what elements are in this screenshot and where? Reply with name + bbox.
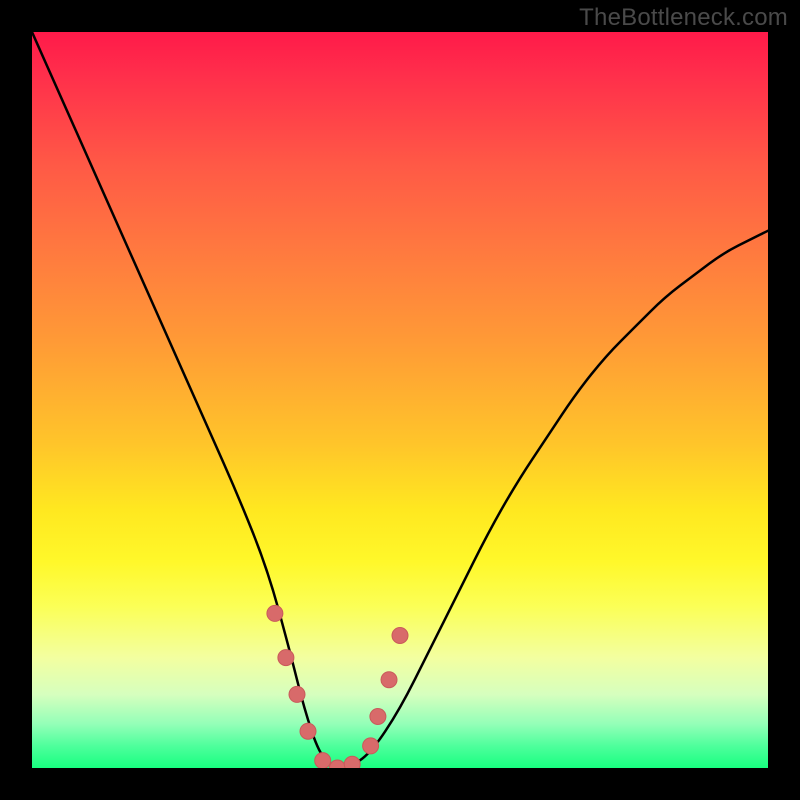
highlight-marker xyxy=(289,686,305,702)
highlight-marker xyxy=(267,605,283,621)
chart-frame: TheBottleneck.com xyxy=(0,0,800,800)
highlight-marker xyxy=(329,760,345,768)
marker-group xyxy=(267,605,408,768)
plot-area xyxy=(32,32,768,768)
watermark-label: TheBottleneck.com xyxy=(579,4,788,32)
highlight-marker xyxy=(300,723,316,739)
highlight-marker xyxy=(315,753,331,768)
bottleneck-curve xyxy=(32,32,768,768)
curve-overlay xyxy=(32,32,768,768)
highlight-marker xyxy=(370,709,386,725)
highlight-marker xyxy=(381,672,397,688)
highlight-marker xyxy=(344,756,360,768)
highlight-marker xyxy=(363,738,379,754)
highlight-marker xyxy=(278,650,294,666)
highlight-marker xyxy=(392,628,408,644)
